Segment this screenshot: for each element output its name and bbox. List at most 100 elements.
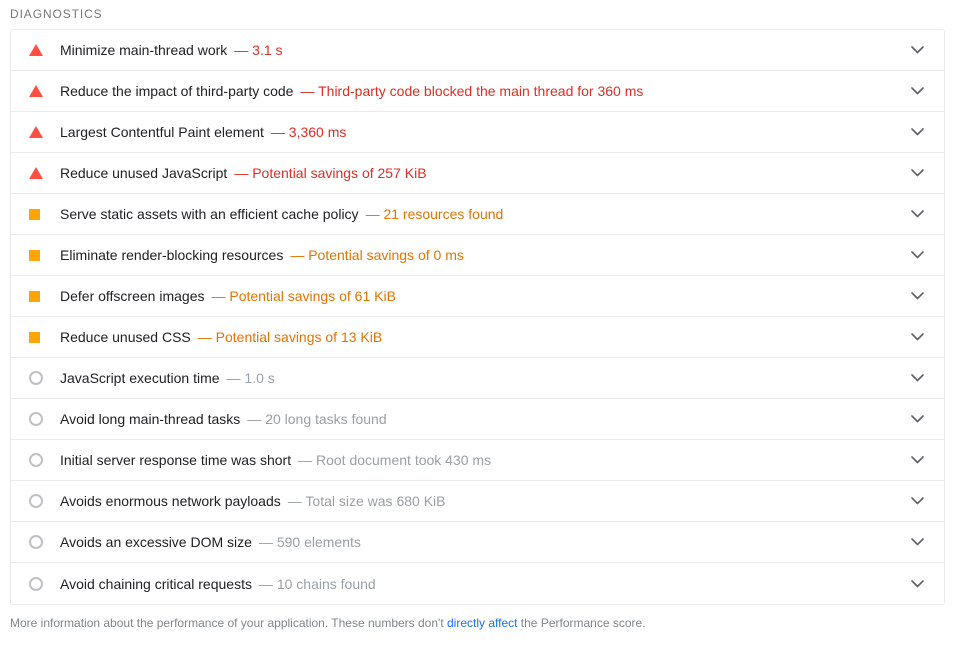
audit-title: Defer offscreen images <box>60 288 205 304</box>
audit-title: Minimize main-thread work <box>60 42 228 58</box>
info-circle-icon <box>29 535 43 549</box>
audit-separator: — <box>247 411 262 427</box>
audit-value: — Potential savings of 257 KiB <box>234 165 426 181</box>
audit-row[interactable]: Reduce unused JavaScript — Potential savi… <box>11 153 944 194</box>
audit-row[interactable]: Avoid long main-thread tasks — 20 long ta… <box>11 399 944 440</box>
audit-text: Initial server response time was short — … <box>48 451 906 469</box>
audit-value: — Root document took 430 ms <box>298 452 491 468</box>
audit-row[interactable]: Initial server response time was short — … <box>11 440 944 481</box>
chevron-down-icon[interactable] <box>906 490 928 512</box>
chevron-down-icon[interactable] <box>906 244 928 266</box>
chevron-down-icon[interactable] <box>906 573 928 595</box>
audit-text: Avoid long main-thread tasks — 20 long ta… <box>48 410 906 428</box>
severity-indicator <box>20 85 48 97</box>
audit-text: Largest Contentful Paint element — 3,360 … <box>48 123 906 141</box>
audit-separator: — <box>234 165 249 181</box>
info-circle-icon <box>29 576 43 591</box>
warning-square-icon <box>29 208 40 220</box>
audit-text: Reduce unused JavaScript — Potential savi… <box>48 164 906 182</box>
audit-title: Serve static assets with an efficient ca… <box>60 206 359 222</box>
audit-value: — 20 long tasks found <box>247 411 386 427</box>
audit-separator: — <box>211 288 226 304</box>
audit-value: — Potential savings of 0 ms <box>290 247 464 263</box>
audit-title: Avoids an excessive DOM size <box>60 534 252 550</box>
info-circle-icon <box>29 412 43 426</box>
audit-title: Reduce the impact of third-party code <box>60 83 294 99</box>
chevron-down-icon[interactable] <box>906 408 928 430</box>
audit-row[interactable]: Largest Contentful Paint element — 3,360 … <box>11 112 944 153</box>
audit-row[interactable]: Serve static assets with an efficient ca… <box>11 194 944 235</box>
chevron-down-icon[interactable] <box>906 367 928 389</box>
info-circle-icon <box>29 494 43 508</box>
audit-value: — 590 elements <box>259 534 361 550</box>
severity-indicator <box>20 331 48 343</box>
audit-title: Initial server response time was short <box>60 452 292 468</box>
severity-indicator <box>20 126 48 138</box>
audit-text: Defer offscreen images — Potential saving… <box>48 287 906 305</box>
directly-affect-link[interactable]: directly affect <box>447 616 517 630</box>
audit-text: Avoids enormous network payloads — Total … <box>48 492 906 510</box>
audit-value: — 1.0 s <box>227 370 275 386</box>
chevron-down-icon[interactable] <box>906 531 928 553</box>
audit-value-text: Root document took 430 ms <box>315 452 492 468</box>
audit-value-text: 20 long tasks found <box>265 411 387 427</box>
diagnostics-panel: DIAGNOSTICS Minimize main-thread work — 3… <box>0 0 955 631</box>
info-circle-icon <box>29 371 43 385</box>
chevron-down-icon[interactable] <box>906 39 928 61</box>
audit-value-text: Potential savings of 61 KiB <box>229 288 396 304</box>
audit-title: Eliminate render-blocking resources <box>60 247 284 263</box>
chevron-down-icon[interactable] <box>906 326 928 348</box>
warning-triangle-icon <box>29 167 43 179</box>
audit-text: Reduce the impact of third-party code — T… <box>48 82 906 100</box>
audit-separator: — <box>298 452 313 468</box>
chevron-down-icon[interactable] <box>906 449 928 471</box>
severity-indicator <box>20 412 48 426</box>
audit-value-text: 3.1 s <box>252 42 283 58</box>
audit-separator: — <box>258 534 273 550</box>
audit-value: — Potential savings of 13 KiB <box>198 329 382 345</box>
chevron-down-icon[interactable] <box>906 121 928 143</box>
audit-value-text: Total size was 680 KiB <box>305 493 446 509</box>
audit-title: Avoids enormous network payloads <box>60 493 281 509</box>
audit-value: — Potential savings of 61 KiB <box>211 288 395 304</box>
audit-value-text: 3,360 ms <box>288 124 347 140</box>
severity-indicator <box>20 167 48 179</box>
severity-indicator <box>20 44 48 56</box>
audit-value: — 10 chains found <box>259 576 376 592</box>
audit-value: — Total size was 680 KiB <box>288 493 446 509</box>
audit-row[interactable]: Avoid chaining critical requests — 10 cha… <box>11 563 944 604</box>
chevron-down-icon[interactable] <box>906 203 928 225</box>
severity-indicator <box>20 208 48 220</box>
audit-row[interactable]: Reduce unused CSS — Potential savings of … <box>11 317 944 358</box>
audit-value: — 3.1 s <box>234 42 282 58</box>
audit-value: — Third-party code blocked the main thre… <box>300 83 643 99</box>
audit-separator: — <box>234 42 249 58</box>
audit-separator: — <box>365 206 380 222</box>
audit-row[interactable]: Avoids an excessive DOM size — 590 elemen… <box>11 522 944 563</box>
audit-row[interactable]: Reduce the impact of third-party code — T… <box>11 71 944 112</box>
footer-text-before: More information about the performance o… <box>10 616 447 630</box>
audit-row[interactable]: Avoids enormous network payloads — Total … <box>11 481 944 522</box>
audit-row[interactable]: Defer offscreen images — Potential saving… <box>11 276 944 317</box>
severity-indicator <box>20 535 48 549</box>
audit-text: Avoids an excessive DOM size — 590 elemen… <box>48 533 906 551</box>
audit-text: Reduce unused CSS — Potential savings of … <box>48 328 906 346</box>
audit-text: Avoid chaining critical requests — 10 cha… <box>48 575 906 593</box>
audit-value-text: Potential savings of 0 ms <box>308 247 464 263</box>
severity-indicator <box>20 290 48 302</box>
audit-row[interactable]: JavaScript execution time — 1.0 s <box>11 358 944 399</box>
warning-square-icon <box>29 290 40 302</box>
audit-row[interactable]: Eliminate render-blocking resources — Pot… <box>11 235 944 276</box>
warning-triangle-icon <box>29 126 43 138</box>
severity-indicator <box>20 371 48 385</box>
info-circle-icon <box>29 453 43 467</box>
severity-indicator <box>20 494 48 508</box>
audit-separator: — <box>270 124 285 140</box>
chevron-down-icon[interactable] <box>906 162 928 184</box>
audit-value-text: 590 elements <box>276 534 361 550</box>
chevron-down-icon[interactable] <box>906 80 928 102</box>
audit-title: JavaScript execution time <box>60 370 220 386</box>
audit-row[interactable]: Minimize main-thread work — 3.1 s <box>11 30 944 71</box>
audit-text: Minimize main-thread work — 3.1 s <box>48 41 906 59</box>
chevron-down-icon[interactable] <box>906 285 928 307</box>
